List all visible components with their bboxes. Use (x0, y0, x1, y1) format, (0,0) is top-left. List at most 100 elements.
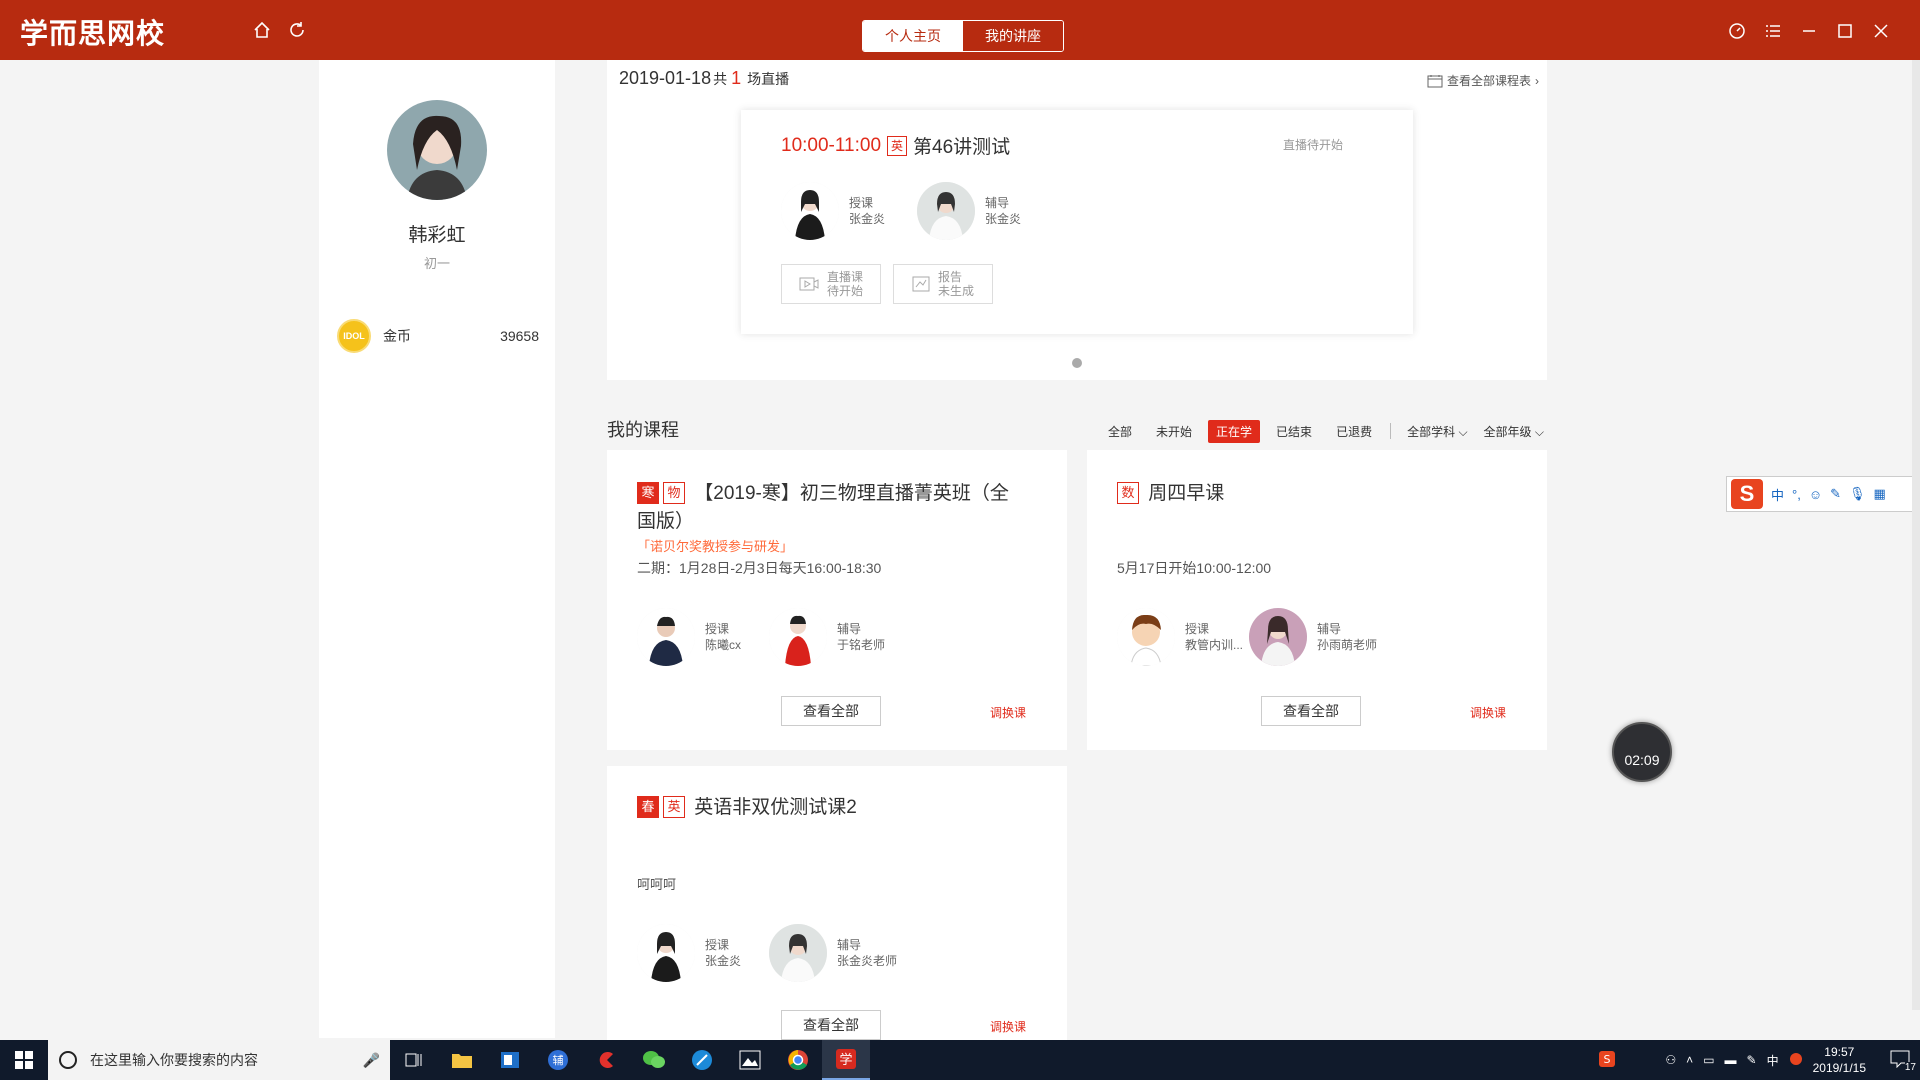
tutor-role: 辅导 (985, 196, 1010, 210)
windows-start-button[interactable] (0, 1040, 48, 1080)
course-tutor: 辅导 孙雨萌老师 (1249, 608, 1377, 666)
ime-mode-toggle[interactable]: 中 (1771, 485, 1784, 504)
app-logo: 学而思网校 (20, 18, 166, 49)
system-clock[interactable]: 19:57 2019/1/15 (1813, 1044, 1866, 1076)
carousel-dot[interactable] (1072, 358, 1082, 368)
outlook-app-icon[interactable] (486, 1040, 534, 1080)
subject-tag: 英 (887, 135, 908, 156)
course-title: 【2019-寒】初三物理直播菁英班（全国版） (637, 483, 1009, 532)
tutor-role: 辅导 (837, 622, 862, 636)
live-class-button[interactable]: 直播课 待开始 (781, 264, 881, 304)
feather-app-icon[interactable] (678, 1040, 726, 1080)
filter-ended[interactable]: 已结束 (1268, 420, 1320, 443)
tutor-role: 辅导 (837, 938, 862, 952)
title-bar: 学而思网校 个人主页 我的讲座 (0, 0, 1920, 60)
minimize-icon[interactable] (1796, 18, 1822, 44)
file-explorer-icon[interactable] (438, 1040, 486, 1080)
course-time: 二期：1月28日-2月3日每天16:00-18:30 (637, 560, 882, 576)
term-tag: 寒 (637, 482, 659, 504)
scrollbar[interactable] (1912, 60, 1920, 1010)
switch-class-link[interactable]: 调换课 (1470, 704, 1506, 721)
coin-row[interactable]: IDOL 金币 39658 (337, 318, 539, 354)
ime-toolbar[interactable]: S 中 °, ☺ ✎ 🎙 ▦ (1726, 476, 1920, 512)
course-title: 英语非双优测试课2 (694, 797, 857, 818)
video-icon (799, 277, 819, 291)
notification-center-icon[interactable]: 17 (1890, 1050, 1916, 1073)
course-teacher: 授课 张金炎 (637, 924, 741, 982)
menu-list-icon[interactable] (1760, 18, 1786, 44)
coin-icon: IDOL (337, 319, 371, 353)
teacher-name: 教管内训... (1185, 638, 1244, 652)
people-icon[interactable]: ⚇ (1665, 1053, 1676, 1067)
photos-app-icon[interactable] (726, 1040, 774, 1080)
course-subtitle: 「诺贝尔奖教授参与研发」 (637, 539, 794, 554)
tab-my-lectures[interactable]: 我的讲座 (963, 21, 1063, 51)
report-button[interactable]: 报告 未生成 (893, 264, 993, 304)
maximize-icon[interactable] (1832, 18, 1858, 44)
tutor-app-icon[interactable]: 辅 (534, 1040, 582, 1080)
xueersi-app-icon[interactable]: 学 (822, 1040, 870, 1080)
filter-not-started[interactable]: 未开始 (1148, 420, 1200, 443)
course-card[interactable]: 数 周四早课 5月17日开始10:00-12:00 授课 教管内训... 辅导 … (1087, 450, 1547, 750)
profile-panel: 韩彩虹 初一 IDOL 金币 39658 (319, 60, 555, 1038)
view-all-button[interactable]: 查看全部 (781, 696, 881, 726)
home-icon[interactable] (250, 18, 274, 42)
close-icon[interactable] (1868, 18, 1894, 44)
network-icon[interactable]: ▭ (1703, 1053, 1714, 1067)
view-all-schedule-link[interactable]: 查看全部课程表 › (1427, 72, 1539, 89)
system-tray: S ⚇ ˄ ▭ ▬ ✎ 中 19:57 2019/1/15 17 (1599, 1040, 1920, 1080)
filter-refunded[interactable]: 已退费 (1328, 420, 1380, 443)
chrome-icon[interactable] (774, 1040, 822, 1080)
battery-icon[interactable]: ▬ (1725, 1053, 1737, 1067)
subject-tag: 数 (1117, 482, 1139, 504)
emoji-icon[interactable]: ☺ (1809, 487, 1822, 502)
ime-punctuation-toggle[interactable]: °, (1792, 487, 1801, 502)
cortana-icon (59, 1051, 77, 1069)
recording-timer[interactable]: 02:09 (1612, 722, 1672, 782)
course-description: 呵呵呵 (637, 877, 677, 892)
sogou-tray-icon[interactable]: S (1599, 1050, 1616, 1070)
course-teacher: 授课 陈曦cx (637, 608, 741, 666)
refresh-icon[interactable] (285, 18, 309, 42)
filter-in-progress[interactable]: 正在学 (1208, 419, 1261, 443)
pen-tray-icon[interactable]: ✎ (1747, 1053, 1757, 1067)
coin-value: 39658 (500, 328, 539, 344)
term-tag: 春 (637, 796, 659, 818)
filter-all[interactable]: 全部 (1100, 420, 1140, 443)
live-lesson-card[interactable]: 10:00-11:00 英 第46讲测试 直播待开始 授课 张金炎 辅导 张金炎 (741, 110, 1413, 334)
switch-class-link[interactable]: 调换课 (990, 1018, 1026, 1035)
view-all-button[interactable]: 查看全部 (781, 1010, 881, 1040)
grid-icon[interactable]: ▦ (1874, 486, 1886, 502)
view-all-button[interactable]: 查看全部 (1261, 696, 1361, 726)
grade-filter-dropdown[interactable]: 全部年级 ⌵ (1476, 420, 1552, 443)
calendar-icon (1427, 74, 1443, 87)
tutor-name: 张金炎老师 (837, 954, 898, 968)
svg-text:学: 学 (839, 1052, 852, 1068)
ime-tray-indicator[interactable]: 中 (1767, 1052, 1779, 1069)
tutor-avatar (769, 608, 827, 666)
pen-icon[interactable]: ✎ (1830, 486, 1841, 502)
teacher-role: 授课 (849, 196, 874, 210)
course-card[interactable]: 寒物 【2019-寒】初三物理直播菁英班（全国版） 「诺贝尔奖教授参与研发」 二… (607, 450, 1067, 750)
course-card[interactable]: 春英 英语非双优测试课2 呵呵呵 授课 张金炎 辅导 张金炎老师 查看全部 调换… (607, 766, 1067, 1040)
switch-class-link[interactable]: 调换课 (990, 704, 1026, 721)
schedule-total-prefix: 共 (713, 71, 728, 87)
wechat-icon[interactable] (630, 1040, 678, 1080)
tab-personal-home[interactable]: 个人主页 (863, 21, 963, 51)
subject-filter-dropdown[interactable]: 全部学科 ⌵ (1399, 420, 1475, 443)
microphone-icon[interactable]: 🎙 (1849, 486, 1866, 502)
user-avatar[interactable] (387, 100, 487, 200)
sogou-small-icon[interactable] (1789, 1052, 1803, 1069)
chevron-up-icon[interactable]: ˄ (1686, 1053, 1693, 1067)
user-name: 韩彩虹 (408, 225, 466, 246)
teacher-avatar (637, 608, 695, 666)
task-view-icon[interactable] (390, 1040, 438, 1080)
red-app-icon[interactable] (582, 1040, 630, 1080)
tutor-avatar (1249, 608, 1307, 666)
sogou-logo-icon: S (1731, 479, 1763, 509)
taskbar-search[interactable]: 在这里输入你要搜索的内容 🎤 (48, 1040, 390, 1080)
teacher-name: 陈曦cx (705, 638, 742, 652)
speedometer-icon[interactable] (1724, 18, 1750, 44)
course-teacher: 授课 教管内训... (1117, 608, 1243, 666)
microphone-icon[interactable]: 🎤 (363, 1052, 380, 1069)
